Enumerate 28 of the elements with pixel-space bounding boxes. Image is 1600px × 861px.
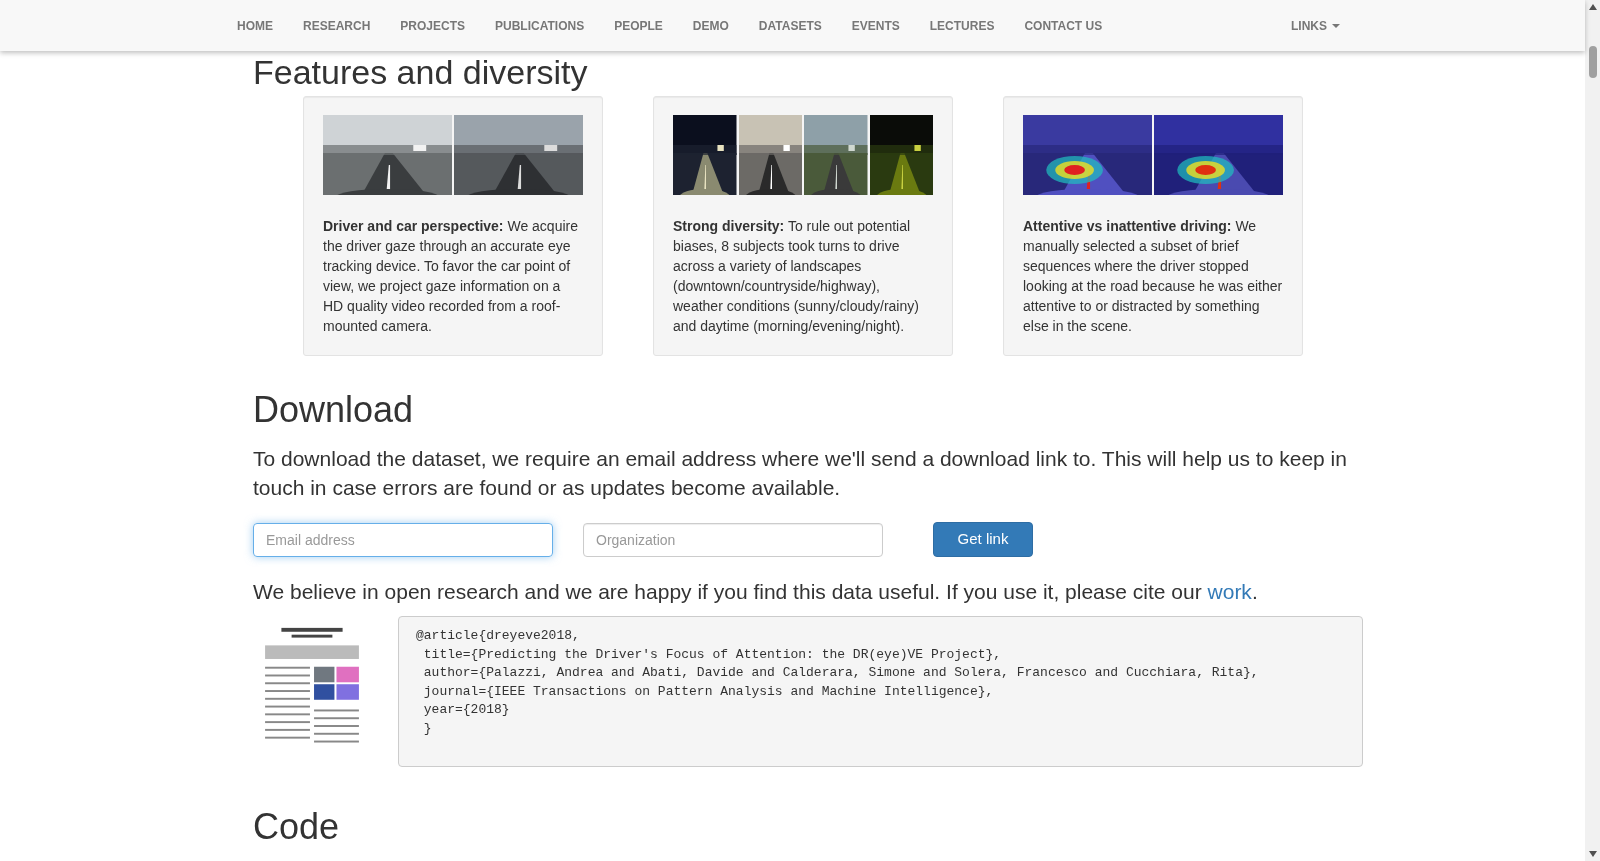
scrollbar-thumb	[1588, 46, 1597, 78]
nav-link[interactable]: DATASETS	[743, 16, 837, 35]
nav-link[interactable]: DEMO	[677, 16, 744, 35]
section-heading: Code	[253, 805, 341, 849]
scroll-down-icon	[1588, 851, 1597, 857]
caret-icon	[1332, 23, 1340, 28]
input-field[interactable]: Organization	[583, 522, 883, 557]
input-field[interactable]: Email address	[253, 522, 553, 557]
nav-link[interactable]: PEOPLE	[599, 16, 678, 35]
card-text: Strong diversity: To rule out potential biases, 8 subjects took turns to drive across a variety of landscapes (downtown/countryside/highway), weather conditions (sunny/cloudy/rainy) and daytime (morning/evening/night).	[673, 217, 920, 336]
nav-link[interactable]: PUBLICATIONS	[480, 16, 600, 35]
scroll-up-icon	[1588, 4, 1597, 10]
cite-text: We believe in open research and we are happy if you find this data useful. If you use it, please cite our work.	[253, 579, 1259, 605]
section-heading: Download	[253, 388, 415, 432]
bibtex-code: @article{dreyeve2018, title={Predicting the Driver's Focus of Attention: the DR(eye)VE Project}, author={Palazzi, Andrea and Abati, Davide and Calderara, Simone and Solera, Francesco and Cucchiara, Rita}, journal={IEEE Transactions on Pattern Analysis and Machine Intelligence}, year={2018} }	[398, 616, 1363, 767]
nav-link[interactable]: EVENTS	[836, 16, 915, 35]
section-heading: Features and diversity	[253, 52, 589, 92]
nav-link[interactable]: PROJECTS	[385, 16, 481, 35]
card-text: Driver and car perspective: We acquire the driver gaze through an accurate eye tracking device. To favor the car point of view, we project gaze information on a HD quality video recorded from a roof-mounted camera.	[323, 217, 579, 336]
work-link[interactable]: work	[1207, 580, 1252, 603]
nav-link[interactable]: CONTACT US	[1009, 16, 1118, 35]
links-dropdown[interactable]: LINKS	[1291, 16, 1340, 35]
nav-link[interactable]: RESEARCH	[288, 16, 386, 35]
nav-link[interactable]: LECTURES	[914, 16, 1010, 35]
card-text: Attentive vs inattentive driving: We manually selected a subset of brief sequences where the driver stopped looking at the road because he was either attentive to or distracted by something else in the scene.	[1023, 217, 1283, 336]
nav-link[interactable]: HOME	[222, 16, 288, 35]
get-link-button[interactable]: Get link	[933, 522, 1033, 557]
download-text: To download the dataset, we require an email address where we'll send a download link to. This will help us to keep in touch in case errors are found or as updates become available.	[253, 446, 1348, 501]
